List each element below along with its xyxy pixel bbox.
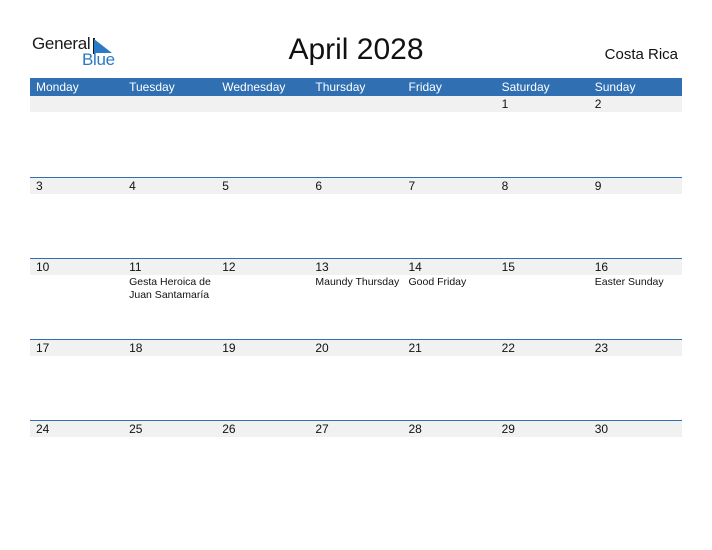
holiday-label: [403, 112, 496, 113]
holiday-label: [589, 437, 682, 438]
holiday-label: [403, 194, 496, 195]
holiday-label: [496, 112, 589, 113]
day-number: 4: [129, 179, 136, 193]
week-row: 3 4 5 6 7 8 9: [30, 177, 682, 258]
holiday-label: [589, 112, 682, 113]
day-number: 19: [222, 341, 236, 355]
day-number-band: 3 4 5 6 7 8 9: [30, 178, 682, 194]
holiday-label: [589, 356, 682, 357]
weekday-wednesday: Wednesday: [222, 80, 286, 94]
holiday-label: [30, 275, 123, 302]
day-number: 25: [129, 422, 143, 436]
holiday-label: [496, 356, 589, 357]
day-number: 28: [408, 422, 422, 436]
holiday-row: [30, 437, 682, 438]
holiday-label: [216, 112, 309, 113]
day-number: 1: [501, 97, 509, 111]
day-number: 21: [408, 341, 422, 355]
holiday-label: [123, 112, 216, 113]
day-number: 18: [129, 341, 143, 355]
holiday-label: [403, 437, 496, 438]
weekday-tuesday: Tuesday: [129, 80, 175, 94]
day-number: 8: [501, 179, 509, 193]
weekday-header: Monday Tuesday Wednesday Thursday Friday…: [30, 78, 682, 96]
weekday-sunday: Sunday: [594, 80, 636, 94]
day-number: 6: [315, 179, 323, 193]
holiday-row: [30, 112, 682, 113]
weekday-friday: Friday: [408, 80, 442, 94]
day-number: 11: [129, 260, 142, 274]
day-number: 22: [501, 341, 515, 355]
day-number: 15: [501, 260, 515, 274]
day-number: [216, 96, 309, 112]
day-number: 14: [408, 260, 422, 274]
day-number: 29: [501, 422, 515, 436]
holiday-row: Gesta Heroica de Juan Santamaría Maundy T…: [30, 275, 682, 302]
holiday-label: [123, 356, 216, 357]
day-number-band: 24 25 26 27 28 29 30: [30, 421, 682, 437]
day-number-band: 17 18 19 20 21 22 23: [30, 340, 682, 356]
holiday-label: [309, 437, 402, 438]
day-number: 17: [36, 341, 50, 355]
day-number: 9: [594, 179, 602, 193]
holiday-label: [309, 112, 402, 113]
holiday-label: [30, 194, 123, 195]
day-number-band: 10 11 12 13 14 15 16: [30, 259, 682, 275]
day-number: 24: [36, 422, 50, 436]
day-number: [30, 96, 123, 112]
holiday-label: [30, 437, 123, 438]
holiday-label: [123, 194, 216, 195]
holiday-label: [309, 194, 402, 195]
day-number-band: 12: [30, 96, 682, 112]
holiday-label: [589, 194, 682, 195]
country-label: Costa Rica: [604, 46, 678, 63]
holiday-row: [30, 194, 682, 195]
day-number: 27: [315, 422, 329, 436]
day-number: 26: [222, 422, 236, 436]
holiday-label: [496, 275, 589, 302]
holiday-label: [496, 437, 589, 438]
day-number: 16: [594, 260, 609, 274]
calendar-grid: Monday Tuesday Wednesday Thursday Friday…: [30, 78, 682, 501]
day-number: 10: [36, 260, 50, 274]
holiday-label: Maundy Thursday: [315, 276, 400, 288]
holiday-label: Good Friday: [408, 276, 467, 288]
holiday-label: [216, 194, 309, 195]
holiday-label: [123, 437, 216, 438]
holiday-label: [216, 437, 309, 438]
holiday-label: Easter Sunday: [594, 276, 664, 288]
holiday-label: [216, 356, 309, 357]
weekday-saturday: Saturday: [501, 80, 550, 94]
week-row: 10 11 12 13 14 15 16 Gesta Heroica de Juan Sant…: [30, 258, 682, 339]
holiday-label: [30, 356, 123, 357]
day-number: 3: [36, 179, 43, 193]
holiday-label: [309, 356, 402, 357]
holiday-row: [30, 356, 682, 357]
day-number: 13: [315, 260, 329, 274]
day-number: 12: [222, 260, 236, 274]
holiday-label: [403, 356, 496, 357]
weekday-monday: Monday: [36, 80, 79, 94]
holiday-label: [496, 194, 589, 195]
holiday-label: [216, 275, 309, 302]
day-number: 23: [594, 341, 609, 355]
day-number: 2: [594, 97, 602, 111]
day-number: 5: [222, 179, 229, 193]
week-row: 24 25 26 27 28 29 30: [30, 420, 682, 501]
day-number: [123, 96, 216, 112]
holiday-label: [30, 112, 123, 113]
day-number: 30: [594, 422, 609, 436]
day-number: 20: [315, 341, 329, 355]
day-number: [309, 96, 402, 112]
day-number: [403, 96, 496, 112]
weekday-thursday: Thursday: [315, 80, 366, 94]
day-number: 7: [408, 179, 416, 193]
week-row: 12: [30, 96, 682, 177]
holiday-label: Gesta Heroica de Juan Santamaría: [129, 276, 211, 301]
week-row: 17 18 19 20 21 22 23: [30, 339, 682, 420]
